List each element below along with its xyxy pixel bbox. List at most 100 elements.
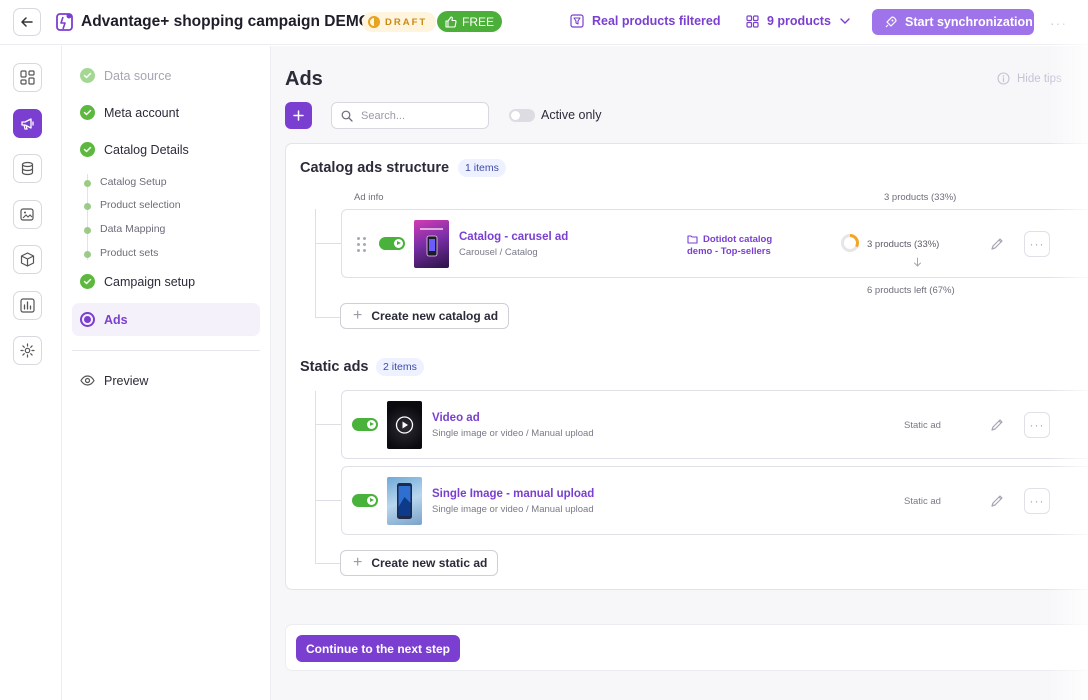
static-ad-name[interactable]: Video ad — [432, 412, 480, 424]
hide-tips-label: Hide tips — [1017, 72, 1062, 85]
substep-product-selection[interactable]: Product selection — [84, 199, 181, 211]
ad-active-toggle[interactable] — [352, 418, 378, 431]
rail-image-editor-button[interactable] — [13, 200, 42, 229]
add-ad-button[interactable] — [285, 102, 312, 129]
steps-sidebar: Data source Meta account Catalog Details… — [62, 46, 271, 700]
start-synchronization-button[interactable]: Start synchronization — [872, 9, 1034, 35]
step-label: Catalog Details — [104, 142, 189, 157]
step-campaign-setup[interactable]: Campaign setup — [80, 274, 195, 289]
catalog-ad-name[interactable]: Catalog - carusel ad — [459, 231, 568, 243]
catalog-ad-more-button[interactable]: ··· — [1024, 231, 1050, 257]
filter-icon — [570, 14, 584, 28]
active-only-label: Active only — [541, 108, 602, 122]
static-ad-subtitle: Single image or video / Manual upload — [432, 428, 594, 439]
back-button[interactable] — [13, 8, 41, 36]
video-ad-thumbnail — [387, 401, 422, 449]
plus-icon — [293, 110, 304, 121]
active-only-toggle[interactable] — [509, 109, 535, 122]
campaign-title: Advantage+ shopping campaign DEMO — [81, 13, 371, 30]
draft-badge-label: DRAFT — [385, 16, 428, 28]
continue-button[interactable]: Continue to the next step — [296, 635, 460, 662]
rail-analytics-button[interactable] — [13, 291, 42, 320]
back-arrow-icon — [21, 17, 33, 27]
step-label: Campaign setup — [104, 274, 196, 289]
step-preview[interactable]: Preview — [80, 373, 148, 388]
pencil-icon[interactable] — [990, 494, 1004, 508]
real-products-filtered-link[interactable]: Real products filtered — [570, 14, 721, 28]
tree-connector — [315, 391, 316, 563]
pencil-icon[interactable] — [990, 237, 1004, 251]
substep-product-sets[interactable]: Product sets — [83, 247, 158, 259]
bar-chart-icon — [20, 298, 35, 313]
check-icon — [80, 274, 95, 289]
column-ad-info: Ad info — [354, 192, 384, 203]
step-data-source[interactable]: Data source — [80, 68, 171, 83]
hide-tips-button[interactable]: Hide tips — [997, 72, 1062, 85]
tree-connector — [315, 243, 341, 244]
image-ad-thumbnail — [387, 477, 422, 525]
database-icon — [21, 161, 34, 176]
create-static-ad-button[interactable]: + Create new static ad — [340, 550, 499, 576]
step-label: Meta account — [104, 105, 180, 120]
play-icon — [402, 421, 408, 429]
steps-divider — [72, 350, 260, 351]
drag-handle-icon[interactable] — [357, 237, 366, 252]
create-catalog-ad-button[interactable]: + Create new catalog ad — [340, 303, 510, 329]
catalog-ad-products: 3 products (33%) — [867, 239, 940, 250]
products-left: 6 products left (67%) — [867, 285, 955, 296]
catalog-link-line1: Dotidot catalog — [703, 234, 773, 245]
top-bar: Advantage+ shopping campaign DEMO DRAFT … — [0, 0, 1088, 45]
eye-icon — [80, 375, 95, 386]
ads-card: Catalog ads structure 1 items Ad info 3 … — [285, 143, 1088, 590]
catalog-section-title: Catalog ads structure — [300, 160, 450, 176]
rail-products-button[interactable] — [13, 245, 42, 274]
box-icon — [20, 252, 35, 267]
static-ad-more-button[interactable]: ··· — [1024, 412, 1050, 438]
search-field[interactable] — [331, 102, 489, 129]
free-badge: FREE — [437, 11, 503, 32]
ad-active-toggle[interactable] — [379, 237, 405, 250]
more-icon[interactable]: ··· — [1050, 15, 1067, 31]
substep-catalog-setup[interactable]: Catalog Setup — [84, 176, 167, 188]
start-synchronization-label: Start synchronization — [905, 15, 1033, 29]
static-ad-name[interactable]: Single Image - manual upload — [432, 488, 594, 500]
info-icon — [997, 72, 1010, 85]
create-static-ad-label: Create new static ad — [371, 556, 488, 570]
ad-active-toggle[interactable] — [352, 494, 378, 507]
rail-campaigns-button[interactable] — [13, 109, 42, 138]
check-icon — [80, 105, 95, 120]
search-input[interactable] — [361, 109, 481, 122]
step-catalog-details[interactable]: Catalog Details — [80, 142, 189, 157]
plus-icon: + — [353, 307, 363, 324]
rail-dashboard-button[interactable] — [13, 63, 42, 92]
products-dropdown[interactable]: 9 products — [746, 14, 851, 28]
step-meta-account[interactable]: Meta account — [80, 105, 179, 120]
step-ads[interactable]: Ads — [80, 312, 128, 327]
rail-data-sources-button[interactable] — [13, 154, 42, 183]
catalog-ad-row[interactable]: Catalog - carusel ad Carousel / Catalog … — [341, 209, 1088, 278]
catalog-count-badge: 1 items — [458, 159, 506, 177]
pencil-icon[interactable] — [990, 418, 1004, 432]
static-ad-row[interactable]: Single Image - manual upload Single imag… — [341, 466, 1088, 535]
tree-connector — [315, 317, 341, 318]
static-count-badge: 2 items — [376, 358, 424, 376]
search-icon — [341, 110, 353, 122]
rail-settings-button[interactable] — [13, 336, 42, 365]
megaphone-icon — [21, 118, 34, 130]
substep-data-mapping[interactable]: Data Mapping — [83, 223, 165, 235]
products-count-label: 9 products — [767, 14, 831, 28]
main-content: Ads Hide tips Active only Catalog ads st… — [271, 46, 1088, 700]
arrow-down-icon — [914, 257, 921, 267]
step-label: Data source — [104, 68, 172, 83]
plus-icon: + — [353, 554, 363, 571]
static-ad-row[interactable]: Video ad Single image or video / Manual … — [341, 390, 1088, 459]
draft-status-icon — [368, 16, 380, 28]
check-icon — [80, 68, 95, 83]
catalog-ad-subtitle: Carousel / Catalog — [459, 247, 538, 258]
chevron-down-icon — [840, 18, 850, 24]
icon-rail — [0, 46, 62, 700]
static-ad-more-button[interactable]: ··· — [1024, 488, 1050, 514]
catalog-link[interactable]: Dotidot catalog demo - Top-sellers — [687, 234, 772, 258]
page-title: Ads — [285, 68, 323, 90]
catalog-link-line2: demo - Top-sellers — [687, 246, 771, 257]
